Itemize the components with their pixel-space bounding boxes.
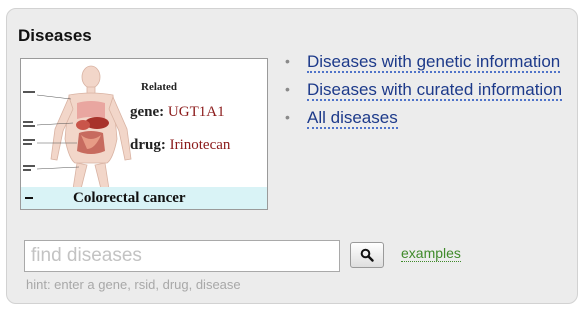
search-hint: hint: enter a gene, rsid, drug, disease — [26, 277, 241, 292]
list-item: • Diseases with curated information — [283, 78, 563, 101]
link-diseases-curated[interactable]: Diseases with curated information — [307, 80, 563, 101]
bullet-icon: • — [285, 53, 290, 69]
gene-value: UGT1A1 — [167, 104, 225, 120]
examples-link[interactable]: examples — [401, 245, 461, 262]
drug-line: drug: Irinotecan — [130, 137, 230, 154]
gene-line: gene: UGT1A1 — [130, 104, 225, 121]
search-button[interactable] — [350, 242, 384, 268]
panel-title: Diseases — [18, 26, 92, 45]
link-all-diseases[interactable]: All diseases — [307, 108, 398, 129]
bullet-icon: • — [285, 109, 290, 125]
gene-key: gene: — [130, 104, 165, 120]
disease-links-list: • Diseases with genetic information • Di… — [283, 50, 563, 134]
search-icon — [360, 248, 374, 262]
caption-text: Colorectal cancer — [73, 190, 186, 206]
link-diseases-genetic[interactable]: Diseases with genetic information — [307, 52, 561, 73]
bullet-icon: • — [285, 81, 290, 97]
list-item: • All diseases — [283, 106, 563, 129]
caption-dash — [25, 197, 33, 199]
figure-caption: Colorectal cancer — [21, 187, 267, 209]
disease-illustration[interactable]: Related gene: UGT1A1 drug: Irinotecan Co… — [20, 58, 268, 210]
drug-value: Irinotecan — [169, 137, 231, 153]
search-input[interactable] — [24, 240, 340, 272]
list-item: • Diseases with genetic information — [283, 50, 563, 73]
drug-key: drug: — [130, 137, 166, 153]
related-label: Related — [141, 81, 178, 93]
